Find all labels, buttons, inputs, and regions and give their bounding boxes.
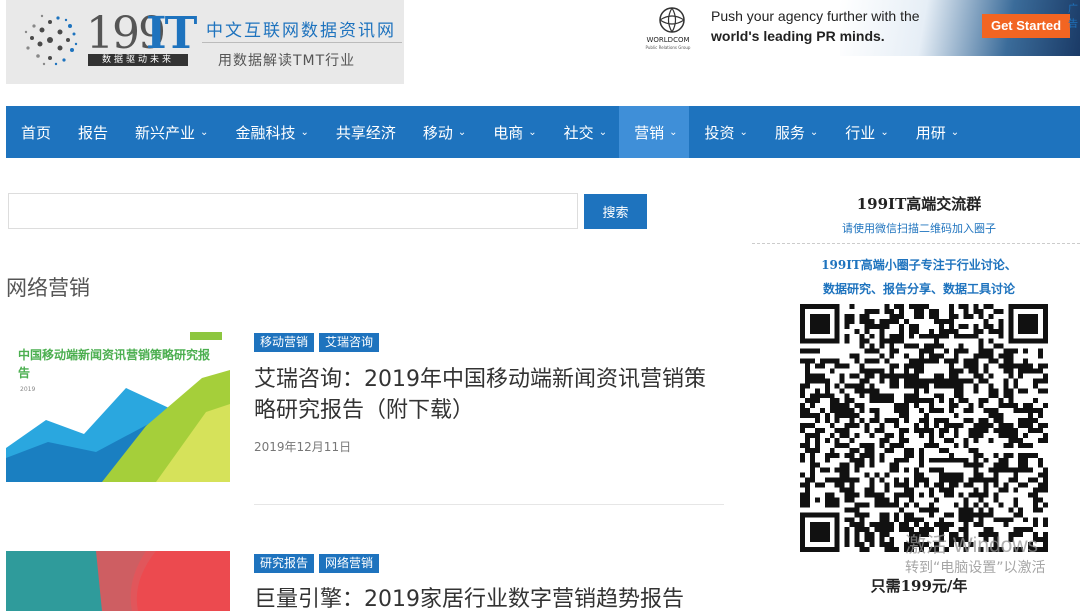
chevron-down-icon: ⌄ xyxy=(809,126,819,138)
nav-item-label: 投资 xyxy=(704,123,735,142)
wechat-qr-code xyxy=(800,303,1048,553)
chevron-down-icon: ⌄ xyxy=(300,126,309,138)
nav-item[interactable]: 首页 xyxy=(6,106,63,158)
ad-label: 广告 xyxy=(1068,4,1078,30)
search-input[interactable] xyxy=(8,193,578,229)
article-tag[interactable]: 艾瑞咨询 xyxy=(319,333,380,352)
nav-item[interactable]: 社交 ⌄ xyxy=(549,106,619,158)
sidebar-description: 数据研究、报告分享、数据工具讨论 xyxy=(822,282,1015,296)
nav-item-label: 金融科技 xyxy=(235,123,296,142)
nav-item[interactable]: 共享经济 xyxy=(321,106,408,158)
ad-headline-1: Push your agency further with the xyxy=(711,8,920,24)
article-tags: 研究报告 网络营销 xyxy=(254,554,380,573)
nav-item-label: 社交 xyxy=(563,123,594,142)
nav-item-label: 用研 xyxy=(915,123,946,142)
article-date: 2019年12月11日 xyxy=(254,440,352,454)
chevron-down-icon: ⌄ xyxy=(950,126,960,138)
nav-item-label: 报告 xyxy=(78,123,109,142)
article-tag[interactable]: 研究报告 xyxy=(254,554,315,573)
windows-activation-watermark: 激活 Windows xyxy=(905,534,1039,557)
report-cover-year: 2019 xyxy=(20,386,36,393)
logo-slogan: 数据驱动未来 xyxy=(88,54,188,66)
report-cover-title: 中国移动端新闻资讯营销策略研究报告 xyxy=(18,348,211,380)
windows-activation-hint: 转到“电脑设置”以激活 xyxy=(905,560,1046,576)
nav-item-label: 首页 xyxy=(21,123,52,142)
nav-item-label: 新兴产业 xyxy=(135,123,196,142)
category-title: 网络营销 xyxy=(6,276,90,300)
logo-it: IT xyxy=(146,8,197,59)
article-title[interactable]: 巨量引擎：2019家居行业数字营销趋势报告 xyxy=(254,584,724,615)
article-thumbnail[interactable]: 中国移动端新闻资讯营销策略研究报告 2019 xyxy=(6,330,230,482)
article-tag[interactable]: 移动营销 xyxy=(254,333,315,352)
main-nav: 首页 报告 新兴产业 ⌄ 金融科技 ⌄ 共享经济 移动 ⌄ 电商 ⌄ 社交 ⌄ 营销 ⌄ 投资 ⌄ 服务 ⌄ 行业 ⌄ 用… xyxy=(6,106,1080,158)
nav-item[interactable]: 服务 ⌄ xyxy=(760,106,830,158)
logo-dots-icon xyxy=(24,14,78,66)
nav-item-label: 移动 xyxy=(422,123,453,142)
nav-item-label: 服务 xyxy=(774,123,805,142)
sidebar-description: 199IT高端小圈子专注于行业讨论、 xyxy=(821,258,1017,272)
ad-brand: WORLDCOM xyxy=(646,36,690,44)
site-logo[interactable]: 199 IT 数据驱动未来 中文互联网数据资讯网 用数据解读TMT行业 xyxy=(6,0,404,84)
chevron-down-icon: ⌄ xyxy=(200,126,209,138)
nav-item[interactable]: 投资 ⌄ xyxy=(689,106,759,158)
nav-item[interactable]: 新兴产业 ⌄ xyxy=(120,106,220,158)
chevron-down-icon: ⌄ xyxy=(880,126,889,138)
nav-item[interactable]: 行业 ⌄ xyxy=(830,106,900,158)
chevron-down-icon: ⌄ xyxy=(598,126,608,138)
ad-headline-2: world's leading PR minds. xyxy=(711,28,885,44)
nav-item[interactable]: 金融科技 ⌄ xyxy=(220,106,320,158)
ad-brand-sub: Public Relations Group xyxy=(645,45,691,50)
chevron-down-icon: ⌄ xyxy=(528,126,537,138)
nav-item[interactable]: 报告 xyxy=(63,106,120,158)
article-tag[interactable]: 网络营销 xyxy=(319,554,380,573)
site-header: 199 IT 数据驱动未来 中文互联网数据资讯网 用数据解读TMT行业 WORL… xyxy=(0,0,1080,100)
ad-get-started-button[interactable]: Get Started xyxy=(982,14,1070,38)
sidebar-subtitle: 请使用微信扫描二维码加入圈子 xyxy=(842,222,996,235)
nav-item[interactable]: 移动 ⌄ xyxy=(408,106,478,158)
sidebar-divider xyxy=(752,243,1080,244)
sidebar-price: 只需199元/年 xyxy=(870,577,968,595)
report-cover-image xyxy=(6,551,230,611)
logo-cn-title: 中文互联网数据资讯网 xyxy=(206,21,396,41)
article-thumbnail[interactable] xyxy=(6,551,230,611)
article-tags: 移动营销 艾瑞咨询 xyxy=(254,333,380,352)
sidebar-title: 199IT高端交流群 xyxy=(856,195,982,213)
nav-item-label: 行业 xyxy=(845,123,876,142)
article-title[interactable]: 艾瑞咨询：2019年中国移动端新闻资讯营销策略研究报告（附下载） xyxy=(254,364,724,426)
search-button[interactable]: 搜索 xyxy=(584,194,647,229)
chevron-down-icon: ⌄ xyxy=(739,126,748,138)
nav-item-label: 营销 xyxy=(634,123,665,142)
ad-banner[interactable]: WORLDCOM Public Relations Group Push you… xyxy=(640,0,1080,56)
logo-cn-subtitle: 用数据解读TMT行业 xyxy=(218,53,356,69)
nav-item-label: 电商 xyxy=(493,123,524,142)
nav-item-label: 共享经济 xyxy=(335,123,396,142)
chevron-down-icon: ⌄ xyxy=(457,126,467,138)
nav-item[interactable]: 用研 ⌄ xyxy=(901,106,971,158)
article-divider xyxy=(254,504,724,505)
chevron-down-icon: ⌄ xyxy=(669,126,678,138)
nav-item[interactable]: 营销 ⌄ xyxy=(619,106,690,158)
logo-divider xyxy=(202,42,402,43)
nav-item[interactable]: 电商 ⌄ xyxy=(478,106,548,158)
